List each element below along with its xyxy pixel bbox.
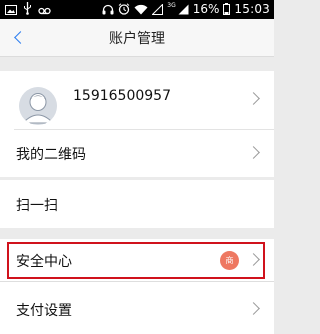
image-icon [5, 0, 17, 19]
voicemail-icon [38, 0, 51, 19]
wifi-icon [134, 0, 148, 19]
nav-header: 账户管理 [0, 19, 274, 57]
status-right: 3G 16% 15:03 [102, 2, 270, 17]
status-bar: 3G 16% 15:03 [0, 0, 274, 19]
menu-item-payment-label: 支付设置 [16, 303, 72, 319]
chevron-right-icon [247, 92, 260, 105]
highlight-box [7, 242, 265, 279]
usb-icon [23, 0, 32, 19]
menu-item-payment-settings[interactable]: 支付设置 [0, 282, 274, 334]
headphones-icon [102, 0, 114, 19]
menu-item-scan[interactable]: 扫一扫 [0, 180, 274, 228]
chevron-right-icon [247, 302, 260, 315]
account-phone: 15916500957 [73, 88, 171, 104]
signal-icon [178, 0, 189, 19]
status-left [5, 2, 51, 17]
alarm-icon [118, 0, 130, 19]
page-title: 账户管理 [109, 31, 165, 47]
battery-icon [223, 0, 231, 19]
default-avatar-icon [19, 87, 57, 125]
account-card: 15916500957 我的二维码 [0, 71, 274, 177]
profile-row[interactable]: 15916500957 [0, 71, 274, 127]
menu-item-scan-label: 扫一扫 [16, 198, 58, 214]
battery-percent: 16% [192, 2, 220, 16]
menu-item-qr-code[interactable]: 我的二维码 [0, 130, 274, 177]
signal-empty-icon [151, 0, 164, 19]
network-type: 3G [167, 1, 176, 9]
menu-item-qr-code-label: 我的二维码 [16, 147, 86, 163]
chevron-right-icon [247, 146, 260, 159]
clock: 15:03 [234, 2, 270, 16]
